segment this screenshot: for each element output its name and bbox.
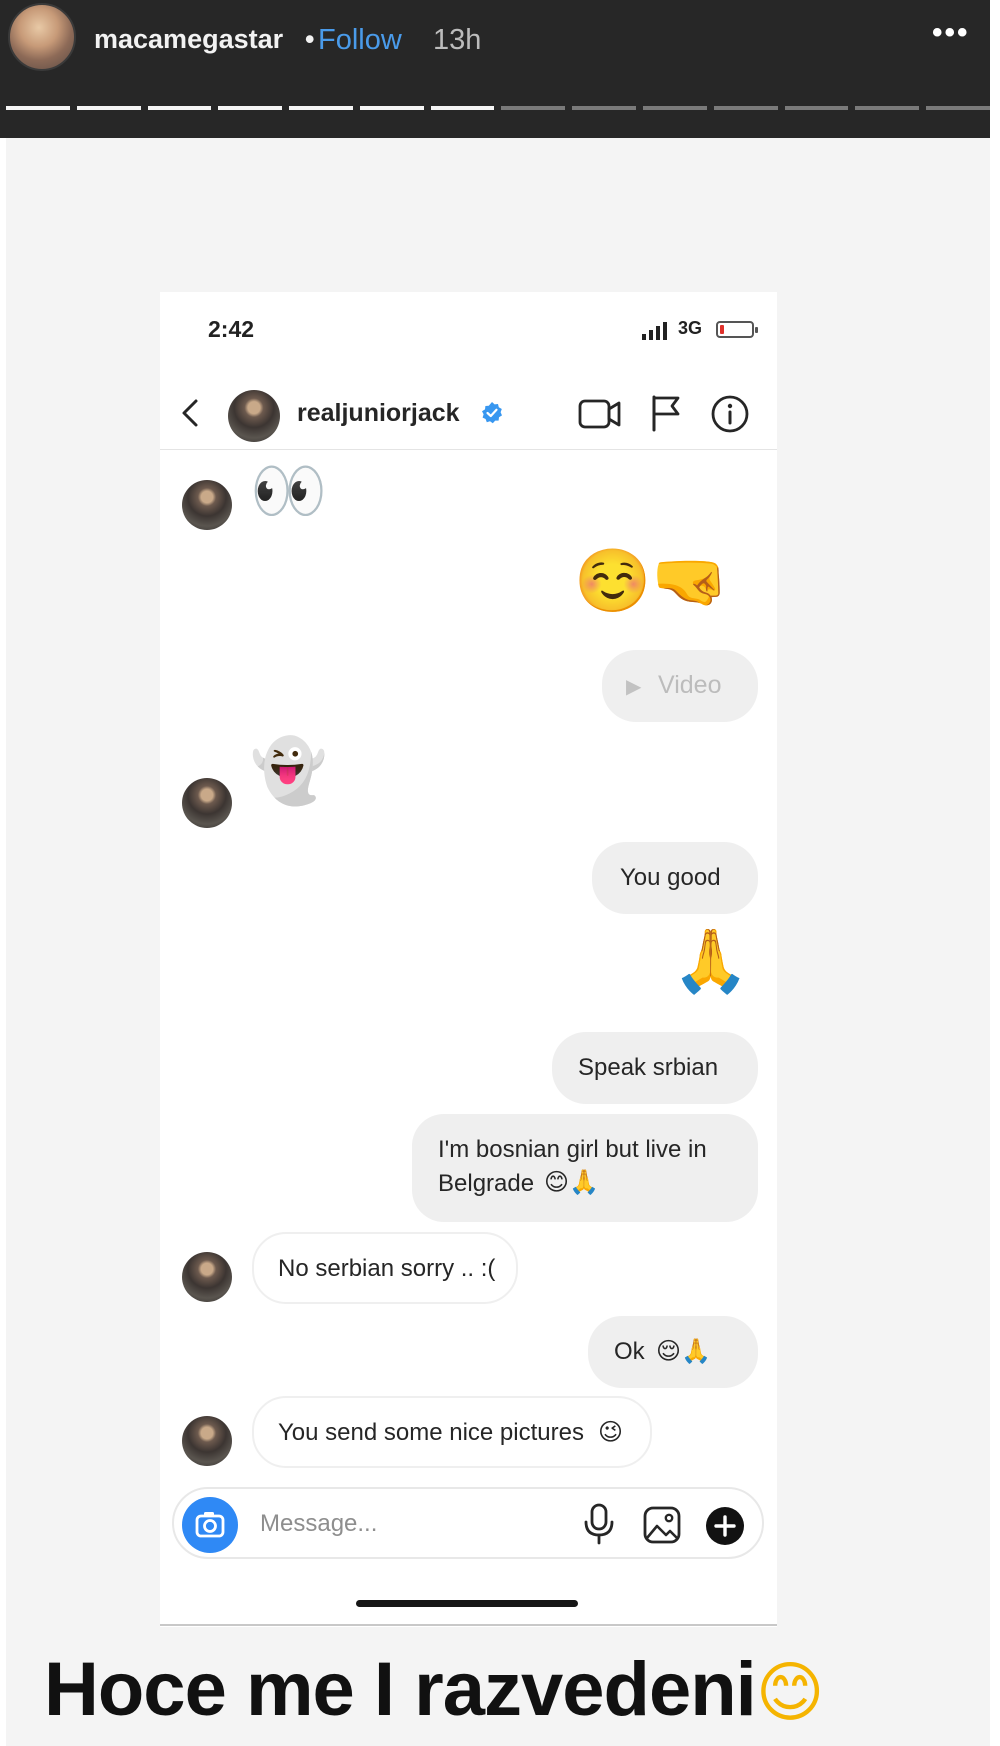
dm-header: realjuniorjack	[160, 380, 777, 450]
verified-badge-icon	[482, 402, 502, 424]
story-progress-segment	[76, 106, 141, 110]
story-progress-segment	[218, 106, 283, 110]
contact-avatar[interactable]	[182, 1252, 232, 1302]
message-text: Speak srbian	[578, 1054, 719, 1081]
story-progress-segment	[359, 106, 424, 110]
message-bubble[interactable]: You send some nice pictures 😉	[252, 1396, 652, 1468]
add-plus-icon[interactable]	[704, 1505, 746, 1547]
network-type: 3G	[678, 318, 703, 338]
message-bubble[interactable]: I'm bosnian girl but live in Belgrade 😊🙏	[412, 1114, 758, 1222]
contact-avatar[interactable]	[228, 390, 280, 442]
dm-screenshot: 2:42 3G realjuniorjack 👀 ☺️🤜 ▶ Video 👻 Y…	[160, 292, 777, 1627]
story-avatar[interactable]	[8, 3, 76, 71]
story-progress-segment	[147, 106, 212, 110]
contact-username[interactable]: realjuniorjack	[297, 399, 460, 428]
contact-avatar[interactable]	[182, 480, 232, 530]
story-progress-bar	[6, 106, 990, 112]
caption-text: Hoce me I razvedeni	[44, 1647, 757, 1732]
battery-icon	[716, 321, 758, 338]
follow-button[interactable]: Follow	[318, 24, 402, 57]
story-progress-segment	[926, 106, 990, 110]
story-header: macamegastar • Follow 13h •••	[0, 0, 990, 138]
status-bar-time: 2:42	[208, 316, 255, 342]
message-text: No serbian sorry .. :(	[278, 1255, 496, 1282]
message-emoji[interactable]: 👀	[250, 460, 327, 522]
video-label: Video	[658, 671, 722, 699]
more-options-icon[interactable]: •••	[932, 16, 970, 50]
story-progress-segment	[6, 106, 70, 110]
caption-emoji: 😊	[755, 1654, 825, 1731]
home-indicator	[356, 1600, 578, 1607]
info-icon[interactable]	[710, 394, 750, 434]
message-text-line-2: Belgrade	[438, 1170, 535, 1197]
message-text: Ok	[614, 1338, 645, 1365]
story-progress-segment	[430, 106, 495, 110]
message-text: You good	[620, 864, 721, 891]
message-bubble[interactable]: No serbian sorry .. :(	[252, 1232, 518, 1304]
story-username[interactable]: macamegastar	[94, 24, 283, 55]
story-progress-segment	[713, 106, 778, 110]
story-progress-segment	[643, 106, 707, 110]
message-emoji[interactable]: 👻	[250, 740, 327, 802]
battery-level	[720, 325, 724, 334]
message-text: You send some nice pictures	[278, 1419, 584, 1446]
story-progress-segment	[855, 106, 920, 110]
message-emoji-inline: 😉	[598, 1418, 624, 1446]
message-bubble[interactable]: Ok 😌🙏	[588, 1316, 758, 1388]
message-emoji-inline: 😌🙏	[656, 1337, 711, 1365]
message-text-line-1: I'm bosnian girl but live in	[438, 1136, 707, 1163]
contact-avatar[interactable]	[182, 778, 232, 828]
story-progress-segment	[572, 106, 637, 110]
message-emoji[interactable]: 🙏	[672, 930, 749, 992]
story-separator: •	[305, 24, 315, 54]
message-composer	[172, 1487, 764, 1559]
story-timestamp: 13h	[433, 24, 482, 56]
story-viewer: macamegastar • Follow 13h ••• 2:42 3G re…	[0, 0, 1000, 1746]
story-progress-segment	[501, 106, 566, 110]
microphone-icon[interactable]	[582, 1503, 616, 1545]
gallery-icon[interactable]	[642, 1505, 682, 1545]
story-caption: Hoce me I razvedeni😊	[44, 1646, 825, 1733]
message-bubble[interactable]: You good	[592, 842, 758, 914]
signal-icon	[642, 322, 667, 340]
camera-button[interactable]	[182, 1497, 238, 1553]
contact-avatar[interactable]	[182, 1416, 232, 1466]
message-bubble[interactable]: Speak srbian	[552, 1032, 758, 1104]
message-input[interactable]	[260, 1509, 540, 1539]
back-chevron-icon[interactable]	[176, 398, 204, 428]
video-call-icon[interactable]	[578, 396, 622, 432]
divider	[160, 1624, 777, 1626]
story-progress-segment	[289, 106, 353, 110]
camera-icon	[195, 1512, 225, 1538]
story-progress-segment	[784, 106, 849, 110]
message-emoji-inline: 😊🙏	[544, 1168, 599, 1196]
flag-report-icon[interactable]	[648, 394, 684, 432]
play-icon: ▶	[626, 676, 642, 698]
video-message[interactable]: ▶ Video	[602, 650, 758, 722]
message-emoji[interactable]: ☺️🤜	[574, 550, 728, 612]
